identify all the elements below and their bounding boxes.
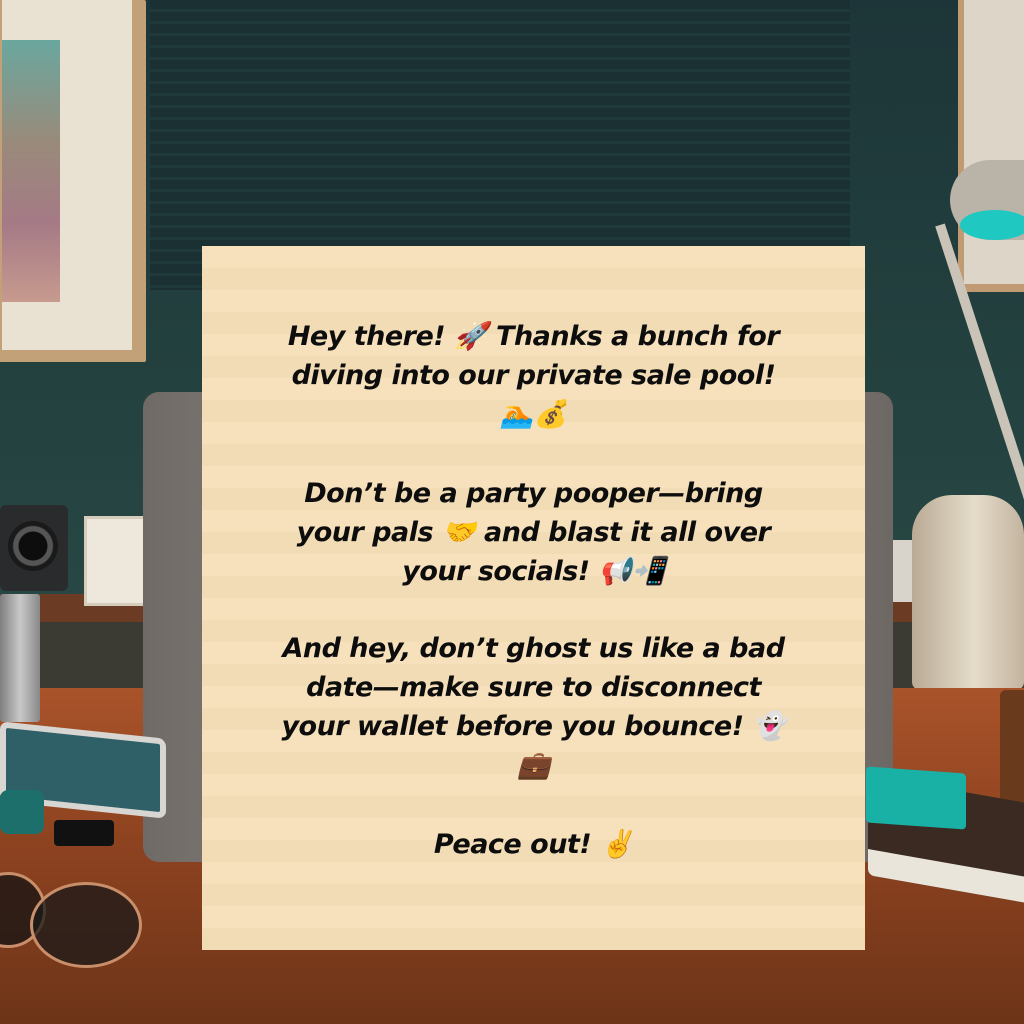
message-paragraph-3: And hey, don’t ghost us like a bad date—… bbox=[281, 633, 786, 781]
teal-notebook bbox=[866, 766, 966, 830]
speaker-cone bbox=[8, 521, 58, 571]
sunglasses-lens-right bbox=[30, 882, 142, 968]
vase bbox=[912, 495, 1024, 690]
binder-clip bbox=[54, 820, 114, 846]
message-paragraph-1: Hey there! 🚀 Thanks a bunch for diving i… bbox=[287, 321, 780, 430]
phone bbox=[0, 790, 44, 834]
framed-picture-right bbox=[958, 0, 1024, 292]
picture-mat-right bbox=[964, 0, 1024, 284]
message-paragraph-2: Don’t be a party pooper—bring your pals … bbox=[296, 478, 771, 587]
message-paragraph-4: Peace out! ✌️ bbox=[433, 829, 634, 860]
speaker bbox=[0, 505, 68, 591]
mug bbox=[1000, 690, 1024, 810]
framed-picture-left bbox=[0, 0, 146, 362]
desk-lamp-light bbox=[960, 210, 1024, 240]
picture-artwork bbox=[2, 40, 60, 302]
message-card: Hey there! 🚀 Thanks a bunch for diving i… bbox=[202, 246, 865, 950]
pen-cup bbox=[0, 594, 40, 722]
